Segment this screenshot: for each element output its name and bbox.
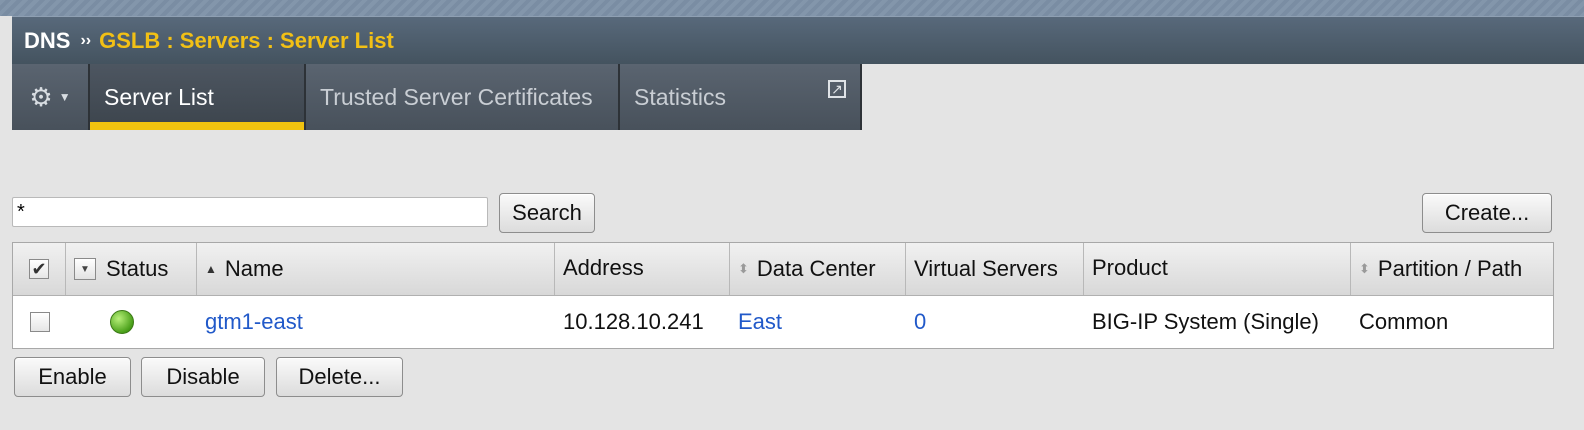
tab-statistics[interactable]: Statistics ↗ [620, 64, 862, 130]
sortable-icon: ⬍ [738, 261, 749, 276]
address-cell: 10.128.10.241 [563, 309, 704, 334]
column-label: Status [106, 256, 169, 281]
tab-trusted-server-certificates[interactable]: Trusted Server Certificates [306, 64, 620, 130]
tab-label: Server List [104, 83, 214, 110]
column-label: Name [224, 256, 284, 281]
column-label: Partition / Path [1377, 256, 1523, 281]
row-checkbox[interactable] [29, 312, 50, 332]
chevron-down-icon: ▼ [58, 90, 71, 104]
gear-menu-button[interactable]: ⚙ ▼ [12, 64, 90, 130]
column-header-address: Address [555, 243, 730, 295]
data-center-cell: East [730, 296, 906, 348]
column-label: Product [1092, 255, 1168, 280]
column-header-name[interactable]: ▲ Name [197, 243, 555, 295]
status-cell [66, 296, 197, 348]
name-cell: gtm1-east [197, 296, 555, 348]
select-all-checkbox[interactable]: ✔ [29, 259, 49, 279]
table-row[interactable]: gtm1-east 10.128.10.241 East 0 BIG-IP Sy… [13, 296, 1553, 348]
breadcrumb-path: GSLB : Servers : Server List [99, 27, 394, 53]
chevron-down-icon[interactable]: ▼ [74, 258, 96, 280]
enable-button[interactable]: Enable [14, 357, 131, 397]
top-stripe [0, 0, 1584, 16]
server-table: ✔ ▼ Status ▲ Name Address ⬍ Data Center … [12, 242, 1554, 349]
column-label: Virtual Servers [914, 256, 1058, 281]
sort-ascending-icon: ▲ [205, 262, 217, 276]
column-label: Address [563, 255, 644, 280]
column-header-partition[interactable]: ⬍ Partition / Path [1351, 243, 1553, 295]
breadcrumb-section: DNS [24, 27, 71, 53]
create-button[interactable]: Create... [1422, 193, 1552, 233]
select-all-cell: ✔ [13, 243, 66, 295]
column-header-data-center[interactable]: ⬍ Data Center [730, 243, 906, 295]
tab-label: Trusted Server Certificates [320, 83, 593, 110]
sortable-icon: ⬍ [1359, 261, 1370, 276]
product-cell: BIG-IP System (Single) [1092, 309, 1319, 334]
tab-bar: ⚙ ▼ Server List Trusted Server Certifica… [12, 64, 862, 130]
search-input[interactable] [12, 197, 488, 227]
column-header-product: Product [1084, 243, 1351, 295]
column-label: Data Center [756, 256, 876, 281]
column-header-status[interactable]: ▼ Status [66, 243, 197, 295]
status-available-icon [110, 310, 134, 334]
row-select-cell [13, 296, 66, 348]
table-header: ✔ ▼ Status ▲ Name Address ⬍ Data Center … [13, 243, 1553, 296]
disable-button[interactable]: Disable [141, 357, 265, 397]
data-center-link[interactable]: East [738, 309, 782, 335]
search-button[interactable]: Search [499, 193, 595, 233]
external-link-icon[interactable]: ↗ [828, 80, 846, 98]
partition-cell: Common [1359, 309, 1449, 334]
breadcrumb-separator: ›› [80, 31, 92, 49]
virtual-servers-cell: 0 [906, 296, 1084, 348]
page-title-bar: DNS ›› GSLB : Servers : Server List [12, 16, 1584, 64]
tab-server-list[interactable]: Server List [90, 64, 306, 130]
delete-button[interactable]: Delete... [276, 357, 403, 397]
column-header-virtual-servers: Virtual Servers [906, 243, 1084, 295]
server-name-link[interactable]: gtm1-east [205, 309, 303, 335]
tab-label: Statistics [634, 83, 727, 110]
gear-icon: ⚙ [29, 81, 53, 112]
virtual-servers-link[interactable]: 0 [914, 309, 926, 335]
